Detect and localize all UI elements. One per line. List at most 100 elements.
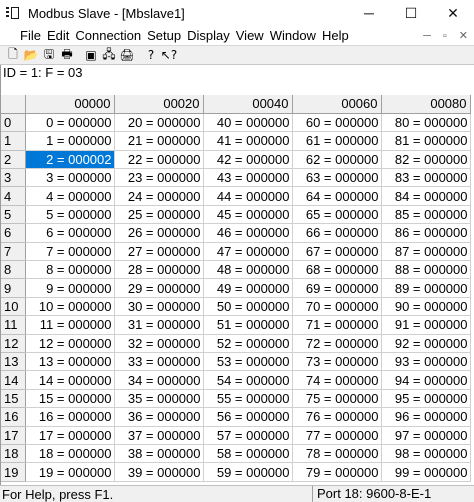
register-cell[interactable]: 78 = 000000 bbox=[292, 444, 382, 464]
register-cell[interactable]: 80 = 000000 bbox=[381, 113, 471, 133]
register-cell[interactable]: 25 = 000000 bbox=[114, 205, 204, 225]
register-cell[interactable]: 3 = 000000 bbox=[25, 168, 115, 188]
register-cell[interactable]: 27 = 000000 bbox=[114, 242, 204, 262]
mdi-restore-button[interactable]: ▫ bbox=[443, 30, 447, 42]
register-cell[interactable]: 10 = 000000 bbox=[25, 297, 115, 317]
register-cell[interactable]: 1 = 000000 bbox=[25, 131, 115, 151]
register-cell[interactable]: 95 = 000000 bbox=[381, 389, 471, 409]
register-cell[interactable]: 12 = 000000 bbox=[25, 334, 115, 353]
register-cell[interactable]: 23 = 000000 bbox=[114, 168, 204, 188]
register-cell[interactable]: 28 = 000000 bbox=[114, 260, 204, 280]
register-cell[interactable]: 20 = 000000 bbox=[114, 113, 204, 133]
register-cell[interactable]: 86 = 000000 bbox=[381, 223, 471, 243]
minimize-button[interactable]: ─ bbox=[348, 0, 390, 26]
register-cell[interactable]: 48 = 000000 bbox=[203, 260, 293, 280]
register-cell[interactable]: 0 = 000000 bbox=[25, 113, 115, 133]
register-cell[interactable]: 71 = 000000 bbox=[292, 315, 382, 335]
register-cell[interactable]: 87 = 000000 bbox=[381, 242, 471, 262]
register-cell[interactable]: 98 = 000000 bbox=[381, 444, 471, 464]
register-cell[interactable]: 19 = 000000 bbox=[25, 462, 115, 482]
register-cell[interactable]: 90 = 000000 bbox=[381, 297, 471, 317]
register-cell[interactable]: 52 = 000000 bbox=[203, 334, 293, 353]
register-cell[interactable]: 45 = 000000 bbox=[203, 205, 293, 225]
register-cell[interactable]: 21 = 000000 bbox=[114, 131, 204, 151]
register-cell[interactable]: 58 = 000000 bbox=[203, 444, 293, 464]
register-cell[interactable]: 15 = 000000 bbox=[25, 389, 115, 409]
title-bar[interactable]: Modbus Slave - [Mbslave1] ─ ☐ ✕ bbox=[0, 0, 474, 26]
register-grid[interactable]: 00000 00020 00040 00060 00080 0 0 = 000000 20 =… bbox=[0, 95, 474, 485]
register-cell[interactable]: 13 = 000000 bbox=[25, 352, 115, 372]
register-cell[interactable]: 64 = 000000 bbox=[292, 186, 382, 206]
register-cell[interactable]: 96 = 000000 bbox=[381, 407, 471, 427]
register-cell[interactable]: 72 = 000000 bbox=[292, 334, 382, 353]
register-cell[interactable]: 38 = 000000 bbox=[114, 444, 204, 464]
save-icon[interactable]: 🖫 bbox=[40, 47, 58, 64]
register-cell[interactable]: 57 = 000000 bbox=[203, 426, 293, 445]
register-cell[interactable]: 60 = 000000 bbox=[292, 113, 382, 133]
register-cell[interactable]: 55 = 000000 bbox=[203, 389, 293, 409]
close-button[interactable]: ✕ bbox=[432, 0, 474, 26]
mdi-close-button[interactable]: ✕ bbox=[459, 29, 468, 42]
register-cell[interactable]: 56 = 000000 bbox=[203, 407, 293, 427]
register-cell[interactable]: 11 = 000000 bbox=[25, 315, 115, 335]
register-cell[interactable]: 74 = 000000 bbox=[292, 370, 382, 390]
register-cell[interactable]: 81 = 000000 bbox=[381, 131, 471, 151]
register-cell[interactable]: 26 = 000000 bbox=[114, 223, 204, 243]
register-cell[interactable]: 14 = 000000 bbox=[25, 370, 115, 390]
maximize-button[interactable]: ☐ bbox=[390, 0, 432, 26]
menu-setup[interactable]: Setup bbox=[144, 28, 184, 43]
register-cell[interactable]: 79 = 000000 bbox=[292, 462, 382, 482]
register-cell[interactable]: 91 = 000000 bbox=[381, 315, 471, 335]
register-cell[interactable]: 31 = 000000 bbox=[114, 315, 204, 335]
register-cell[interactable]: 8 = 000000 bbox=[25, 260, 115, 280]
register-cell[interactable]: 75 = 000000 bbox=[292, 389, 382, 409]
register-cell[interactable]: 24 = 000000 bbox=[114, 186, 204, 206]
menu-view[interactable]: View bbox=[233, 28, 267, 43]
register-cell[interactable]: 32 = 000000 bbox=[114, 334, 204, 353]
menu-window[interactable]: Window bbox=[267, 28, 319, 43]
register-cell[interactable]: 33 = 000000 bbox=[114, 352, 204, 372]
register-cell[interactable]: 16 = 000000 bbox=[25, 407, 115, 427]
register-cell[interactable]: 69 = 000000 bbox=[292, 278, 382, 298]
register-cell[interactable]: 61 = 000000 bbox=[292, 131, 382, 151]
register-cell[interactable]: 4 = 000000 bbox=[25, 186, 115, 206]
register-cell[interactable]: 50 = 000000 bbox=[203, 297, 293, 317]
register-cell[interactable]: 29 = 000000 bbox=[114, 278, 204, 298]
register-cell[interactable]: 40 = 000000 bbox=[203, 113, 293, 133]
register-cell[interactable]: 93 = 000000 bbox=[381, 352, 471, 372]
register-cell[interactable]: 22 = 000000 bbox=[114, 150, 204, 170]
register-cell[interactable]: 84 = 000000 bbox=[381, 186, 471, 206]
register-cell[interactable]: 89 = 000000 bbox=[381, 278, 471, 298]
register-cell[interactable]: 77 = 000000 bbox=[292, 426, 382, 445]
register-cell[interactable]: 49 = 000000 bbox=[203, 278, 293, 298]
register-cell[interactable]: 35 = 000000 bbox=[114, 389, 204, 409]
register-cell[interactable]: 70 = 000000 bbox=[292, 297, 382, 317]
print-icon[interactable]: 🖶 bbox=[58, 47, 76, 64]
menu-file[interactable]: File bbox=[0, 28, 44, 43]
register-cell[interactable]: 63 = 000000 bbox=[292, 168, 382, 188]
register-cell[interactable]: 43 = 000000 bbox=[203, 168, 293, 188]
register-cell[interactable]: 85 = 000000 bbox=[381, 205, 471, 225]
register-cell[interactable]: 37 = 000000 bbox=[114, 426, 204, 445]
register-cell[interactable]: 68 = 000000 bbox=[292, 260, 382, 280]
register-cell[interactable]: 62 = 000000 bbox=[292, 150, 382, 170]
network-icon[interactable]: 🖧 bbox=[100, 47, 118, 64]
register-cell[interactable]: 47 = 000000 bbox=[203, 242, 293, 262]
new-document-icon[interactable]: 🗋 bbox=[4, 47, 22, 64]
register-cell[interactable]: 67 = 000000 bbox=[292, 242, 382, 262]
printer-icon[interactable]: 🖨 bbox=[118, 47, 136, 64]
register-cell[interactable]: 41 = 000000 bbox=[203, 131, 293, 151]
register-cell[interactable]: 5 = 000000 bbox=[25, 205, 115, 225]
register-cell[interactable]: 76 = 000000 bbox=[292, 407, 382, 427]
mdi-minimize-button[interactable]: ─ bbox=[423, 30, 431, 42]
register-cell[interactable]: 30 = 000000 bbox=[114, 297, 204, 317]
register-cell[interactable]: 18 = 000000 bbox=[25, 444, 115, 464]
register-cell[interactable]: 65 = 000000 bbox=[292, 205, 382, 225]
register-cell[interactable]: 73 = 000000 bbox=[292, 352, 382, 372]
register-cell[interactable]: 36 = 000000 bbox=[114, 407, 204, 427]
register-cell[interactable]: 9 = 000000 bbox=[25, 278, 115, 298]
register-cell[interactable]: 53 = 000000 bbox=[203, 352, 293, 372]
register-cell[interactable]: 83 = 000000 bbox=[381, 168, 471, 188]
register-cell[interactable]: 34 = 000000 bbox=[114, 370, 204, 390]
register-cell[interactable]: 39 = 000000 bbox=[114, 462, 204, 482]
